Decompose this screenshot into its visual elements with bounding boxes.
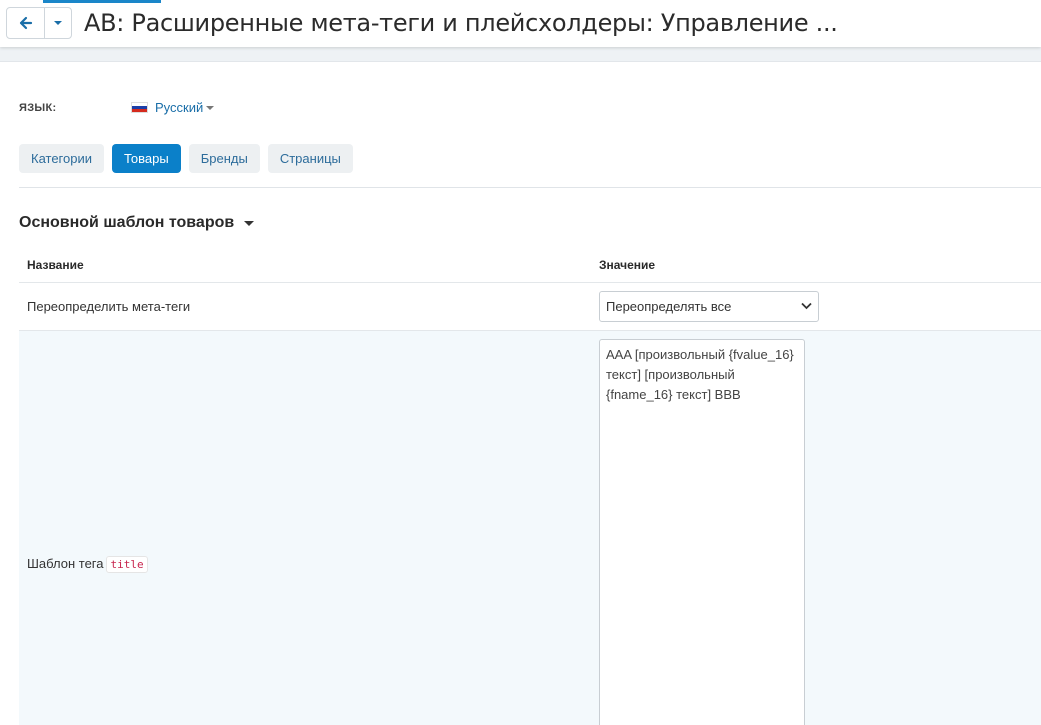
- page-title: AB: Расширенные мета-теги и плейсхолдеры…: [84, 9, 838, 37]
- table-row-highlighted: [19, 331, 1041, 725]
- row-template-label: Шаблон тега title: [27, 556, 148, 573]
- active-tab-indicator: [43, 0, 161, 3]
- select-value: Переопределять все: [606, 299, 732, 314]
- navigation-dropdown-button[interactable]: [45, 8, 71, 38]
- section-toggle[interactable]: Основной шаблон товаров: [19, 214, 255, 232]
- language-selector[interactable]: Русский: [131, 100, 215, 115]
- tab-products[interactable]: Товары: [112, 144, 181, 173]
- arrow-left-icon: [19, 16, 32, 30]
- chevron-down-icon: [206, 105, 215, 110]
- russia-flag-icon: [131, 102, 148, 113]
- language-selected: Русский: [155, 100, 204, 115]
- tab-pages[interactable]: Страницы: [267, 144, 353, 173]
- column-header-value: Значение: [599, 258, 656, 272]
- divider: [19, 187, 1041, 188]
- chevron-down-icon: [244, 220, 255, 226]
- navigation-button-group: [6, 7, 72, 39]
- top-bar: AB: Расширенные мета-теги и плейсхолдеры…: [0, 0, 1041, 47]
- column-header-name: Название: [27, 258, 84, 272]
- row-override-label: Переопределить мета-теги: [27, 299, 191, 314]
- entity-tabs: Категории Товары Бренды Страницы: [19, 144, 353, 173]
- chevron-down-icon: [801, 302, 812, 310]
- sub-header-bar: [0, 47, 1041, 62]
- tab-categories[interactable]: Категории: [19, 144, 104, 173]
- template-label-text: Шаблон тега: [27, 556, 104, 571]
- title-template-textarea[interactable]: AAA [произвольный {fvalue_16} текст] [пр…: [599, 339, 805, 725]
- back-button[interactable]: [7, 8, 45, 38]
- tab-brands[interactable]: Бренды: [188, 144, 260, 173]
- override-meta-select[interactable]: Переопределять все: [599, 291, 819, 322]
- row-divider: [19, 282, 1041, 283]
- section-title: Основной шаблон товаров: [19, 214, 235, 231]
- chevron-down-icon: [54, 21, 62, 25]
- tag-code-badge: title: [106, 556, 148, 573]
- language-label: ЯЗЫК:: [19, 102, 57, 114]
